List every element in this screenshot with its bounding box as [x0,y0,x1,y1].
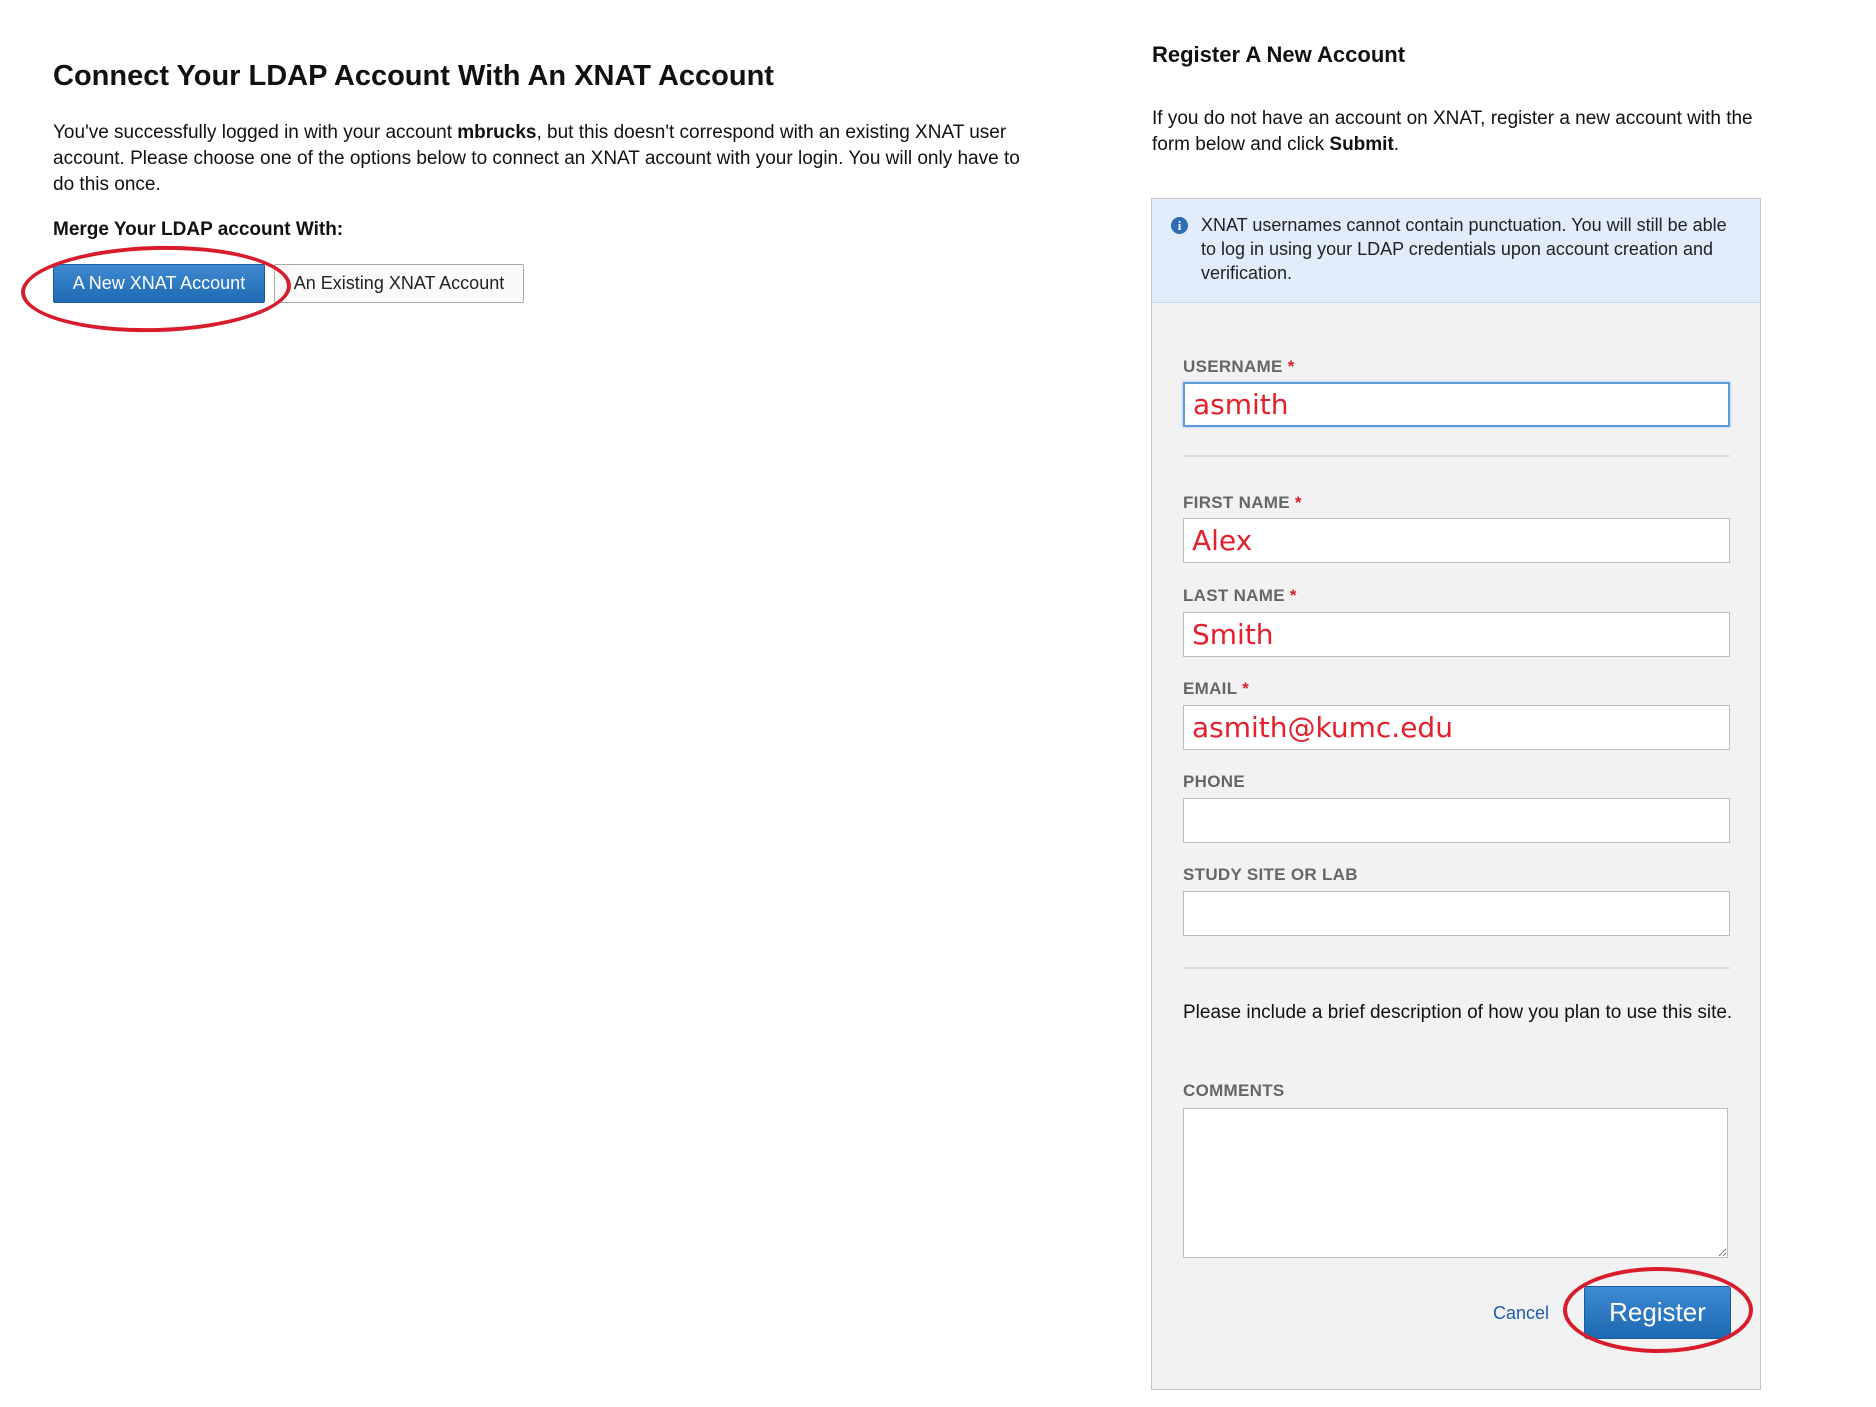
existing-xnat-account-button[interactable]: An Existing XNAT Account [274,264,524,303]
lab-input[interactable] [1183,891,1730,936]
register-button[interactable]: Register [1584,1286,1731,1339]
account-name: mbrucks [457,122,537,143]
info-notice: i XNAT usernames cannot contain punctuat… [1152,199,1760,303]
required-marker: * [1242,679,1250,698]
last-name-label-text: LAST NAME [1183,586,1285,605]
cancel-link[interactable]: Cancel [1493,1303,1549,1324]
phone-input[interactable] [1183,798,1730,843]
page-title: Connect Your LDAP Account With An XNAT A… [53,60,774,92]
email-label: EMAIL * [1183,679,1249,699]
comments-textarea[interactable] [1183,1108,1728,1258]
last-name-label: LAST NAME * [1183,586,1297,606]
register-title: Register A New Account [1152,42,1406,67]
merge-label: Merge Your LDAP account With: [53,219,344,240]
last-name-input[interactable] [1183,612,1730,657]
phone-label: PHONE [1183,772,1245,791]
section-divider [1183,967,1730,969]
username-label: USERNAME * [1183,357,1295,377]
first-name-label: FIRST NAME * [1183,493,1302,513]
registration-form: i XNAT usernames cannot contain punctuat… [1151,198,1761,1390]
section-divider [1183,455,1730,457]
intro-text-start: You've successfully logged in with your … [53,122,458,143]
info-icon: i [1171,217,1188,234]
username-input[interactable] [1183,382,1730,427]
info-text: XNAT usernames cannot contain punctuatio… [1201,215,1727,283]
first-name-input[interactable] [1183,518,1730,563]
first-name-label-text: FIRST NAME [1183,493,1290,512]
lab-label: STUDY SITE OR LAB [1183,865,1358,884]
email-label-text: EMAIL [1183,679,1238,698]
usage-description: Please include a brief description of ho… [1183,1002,1733,1023]
email-input[interactable] [1183,705,1730,750]
required-marker: * [1289,586,1297,605]
register-intro-start: If you do not have an account on XNAT, r… [1152,108,1753,155]
comments-label: COMMENTS [1183,1081,1285,1100]
required-marker: * [1294,493,1302,512]
username-label-text: USERNAME [1183,357,1283,376]
register-intro: If you do not have an account on XNAT, r… [1152,106,1772,158]
new-xnat-account-button[interactable]: A New XNAT Account [53,264,265,303]
register-intro-end: . [1393,134,1400,155]
required-marker: * [1287,357,1295,376]
intro-text: You've successfully logged in with your … [53,120,1023,198]
submit-word: Submit [1329,134,1394,155]
